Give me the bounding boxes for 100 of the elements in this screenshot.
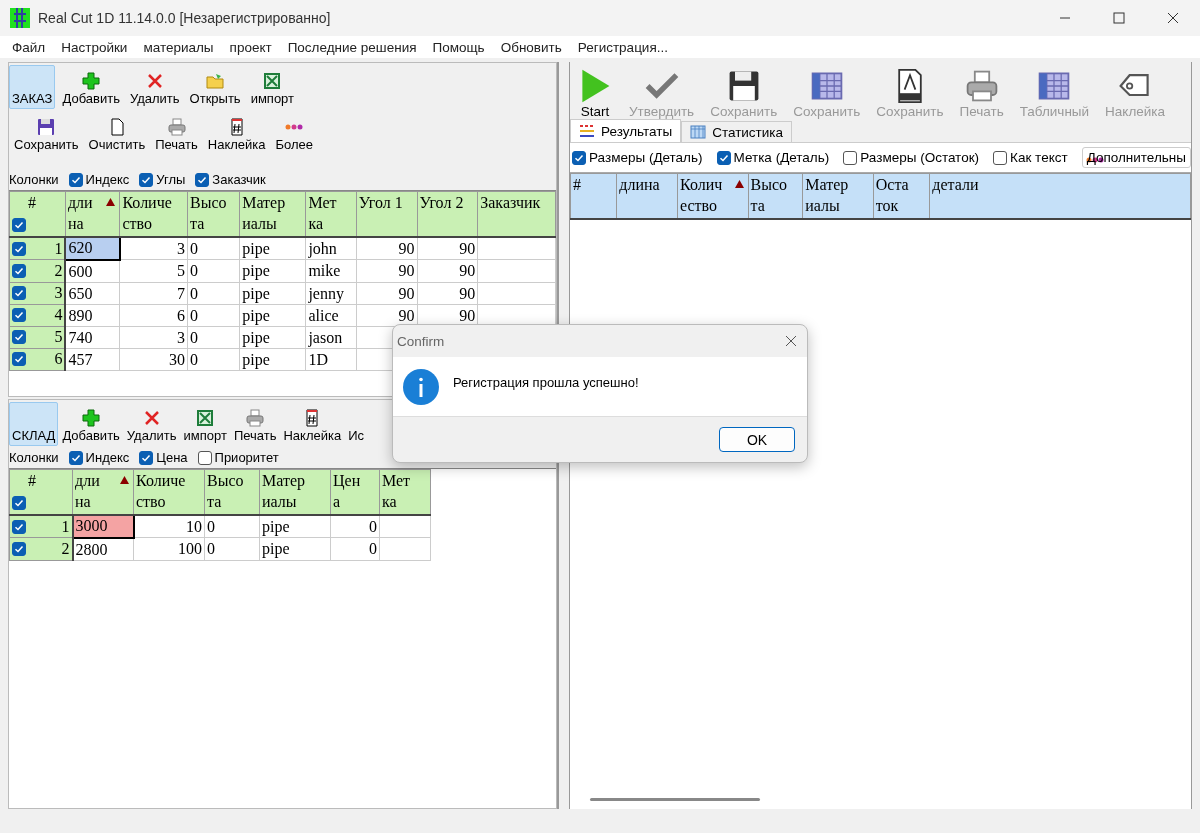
checkbox[interactable]: [12, 241, 26, 256]
toolbar-button[interactable]: Наклейка: [204, 111, 269, 155]
tab[interactable]: Статистика: [681, 121, 793, 142]
panel-tab[interactable]: ЗАКАЗ: [9, 65, 56, 109]
column-header[interactable]: Высо та: [187, 191, 240, 237]
column-header[interactable]: дли на: [65, 191, 120, 237]
checkmark-icon: [14, 332, 24, 342]
toolbar-button[interactable]: Печать: [230, 402, 280, 446]
checkbox[interactable]: [572, 150, 587, 165]
row-number: 6: [54, 350, 63, 368]
checkbox[interactable]: [195, 172, 210, 187]
window-title: Real Cut 1D 11.14.0.0 [Незарегистрированно]: [38, 10, 332, 26]
toolbar-button[interactable]: Ис: [345, 402, 368, 446]
checkbox-label: Приоритет: [214, 450, 279, 465]
checkmark-icon: [14, 243, 24, 254]
column-header[interactable]: длина: [616, 173, 678, 219]
column-header[interactable]: Количе ство: [119, 191, 188, 237]
table-cell: 0: [187, 348, 240, 370]
checkbox[interactable]: [12, 308, 26, 322]
checkbox[interactable]: [139, 450, 154, 465]
column-header[interactable]: Оста ток: [873, 173, 930, 219]
table-cell: 0: [330, 515, 380, 538]
more-button[interactable]: Дополнительны: [1081, 147, 1191, 168]
column-header[interactable]: Мет ка: [379, 469, 431, 515]
column-header[interactable]: #: [570, 173, 617, 219]
checkbox-label: Индекс: [85, 172, 130, 187]
panel-tab[interactable]: СКЛАД: [9, 402, 59, 446]
toolbar-button[interactable]: импорт: [180, 402, 230, 446]
scrollbar[interactable]: [590, 798, 761, 801]
table-cell: pipe: [239, 282, 306, 304]
table-cell: pipe: [259, 515, 331, 538]
checkmark-icon: [14, 220, 24, 230]
checkbox[interactable]: [12, 352, 26, 366]
menu-item[interactable]: Настройки: [53, 39, 136, 55]
checkbox[interactable]: [68, 172, 83, 187]
menu-item[interactable]: Регистрация...: [569, 39, 676, 55]
toolbar-button[interactable]: Печать: [152, 111, 201, 155]
toolbar-button[interactable]: Добавить: [59, 65, 123, 109]
table-cell: 90: [417, 282, 478, 304]
table-cell: pipe: [239, 237, 306, 260]
tab[interactable]: Результаты: [570, 119, 682, 142]
column-header[interactable]: детали: [929, 173, 1191, 219]
column-header[interactable]: Высо та: [204, 469, 260, 515]
menu-item[interactable]: материалы: [135, 39, 222, 55]
table-cell: 890: [65, 304, 120, 326]
toolbar-button[interactable]: Открыть: [186, 65, 244, 109]
checkbox[interactable]: [12, 519, 26, 534]
toolbar-button[interactable]: Наклейка: [280, 402, 345, 446]
checkbox[interactable]: [993, 150, 1008, 165]
checkbox[interactable]: [12, 330, 26, 344]
checkbox[interactable]: [12, 263, 26, 278]
toolbar-button[interactable]: Очистить: [85, 111, 149, 155]
toolbar-button[interactable]: Start: [570, 64, 621, 120]
column-header[interactable]: Колич ество: [677, 173, 748, 219]
column-header[interactable]: Матер иалы: [802, 173, 874, 219]
menu-item[interactable]: проект: [221, 39, 280, 55]
column-header[interactable]: дли на: [72, 469, 134, 515]
column-header[interactable]: Количе ство: [133, 469, 205, 515]
table-cell: 3: [119, 237, 188, 260]
checkbox-label: Заказчик: [212, 172, 266, 187]
spreadsheet-icon: [195, 408, 216, 428]
checkmark-icon: [14, 498, 24, 508]
checkbox-label: Цена: [156, 450, 188, 465]
checkbox[interactable]: [12, 541, 26, 556]
toolbar-button[interactable]: Сохранить: [11, 111, 82, 155]
menu-item[interactable]: Обновить: [492, 39, 570, 55]
checkbox[interactable]: [12, 218, 26, 232]
column-header[interactable]: Заказчик: [477, 191, 556, 237]
table-cell: 0: [204, 537, 260, 560]
ok-button[interactable]: OK: [719, 427, 795, 452]
table-cell: jenny: [305, 282, 357, 304]
table-cell: 1D: [305, 348, 357, 370]
column-header[interactable]: Высо та: [748, 173, 803, 219]
toolbar-button[interactable]: Удалить: [126, 65, 183, 109]
menu-item[interactable]: Помощь: [424, 39, 493, 55]
checkmark-icon: [574, 152, 585, 163]
column-header[interactable]: Угол 2: [417, 191, 478, 237]
checkbox[interactable]: [68, 450, 83, 465]
menu-item[interactable]: Последние решения: [279, 39, 425, 55]
checkmark-icon: [14, 288, 24, 298]
close-icon[interactable]: [785, 335, 797, 347]
checkmark-icon: [197, 174, 208, 185]
table-cell: 90: [417, 237, 478, 260]
checkbox[interactable]: [843, 150, 858, 165]
toolbar-button[interactable]: Более: [272, 111, 317, 155]
column-header[interactable]: Цен а: [330, 469, 380, 515]
menu-item[interactable]: Файл: [4, 39, 54, 55]
toolbar-button[interactable]: Добавить: [59, 402, 123, 446]
toolbar-button[interactable]: импорт: [247, 65, 297, 109]
checkbox[interactable]: [12, 286, 26, 300]
checkbox[interactable]: [197, 450, 212, 465]
sort-arrow-icon: [120, 476, 129, 484]
checkbox[interactable]: [12, 496, 26, 510]
checkbox-label: Размеры (Деталь): [589, 150, 703, 165]
table-cell: 2800: [72, 537, 134, 560]
checkbox[interactable]: [139, 172, 154, 187]
toolbar-button[interactable]: Удалить: [123, 402, 180, 446]
checkbox[interactable]: [716, 150, 731, 165]
table-cell: 90: [356, 237, 418, 260]
column-header[interactable]: Угол 1: [356, 191, 418, 237]
